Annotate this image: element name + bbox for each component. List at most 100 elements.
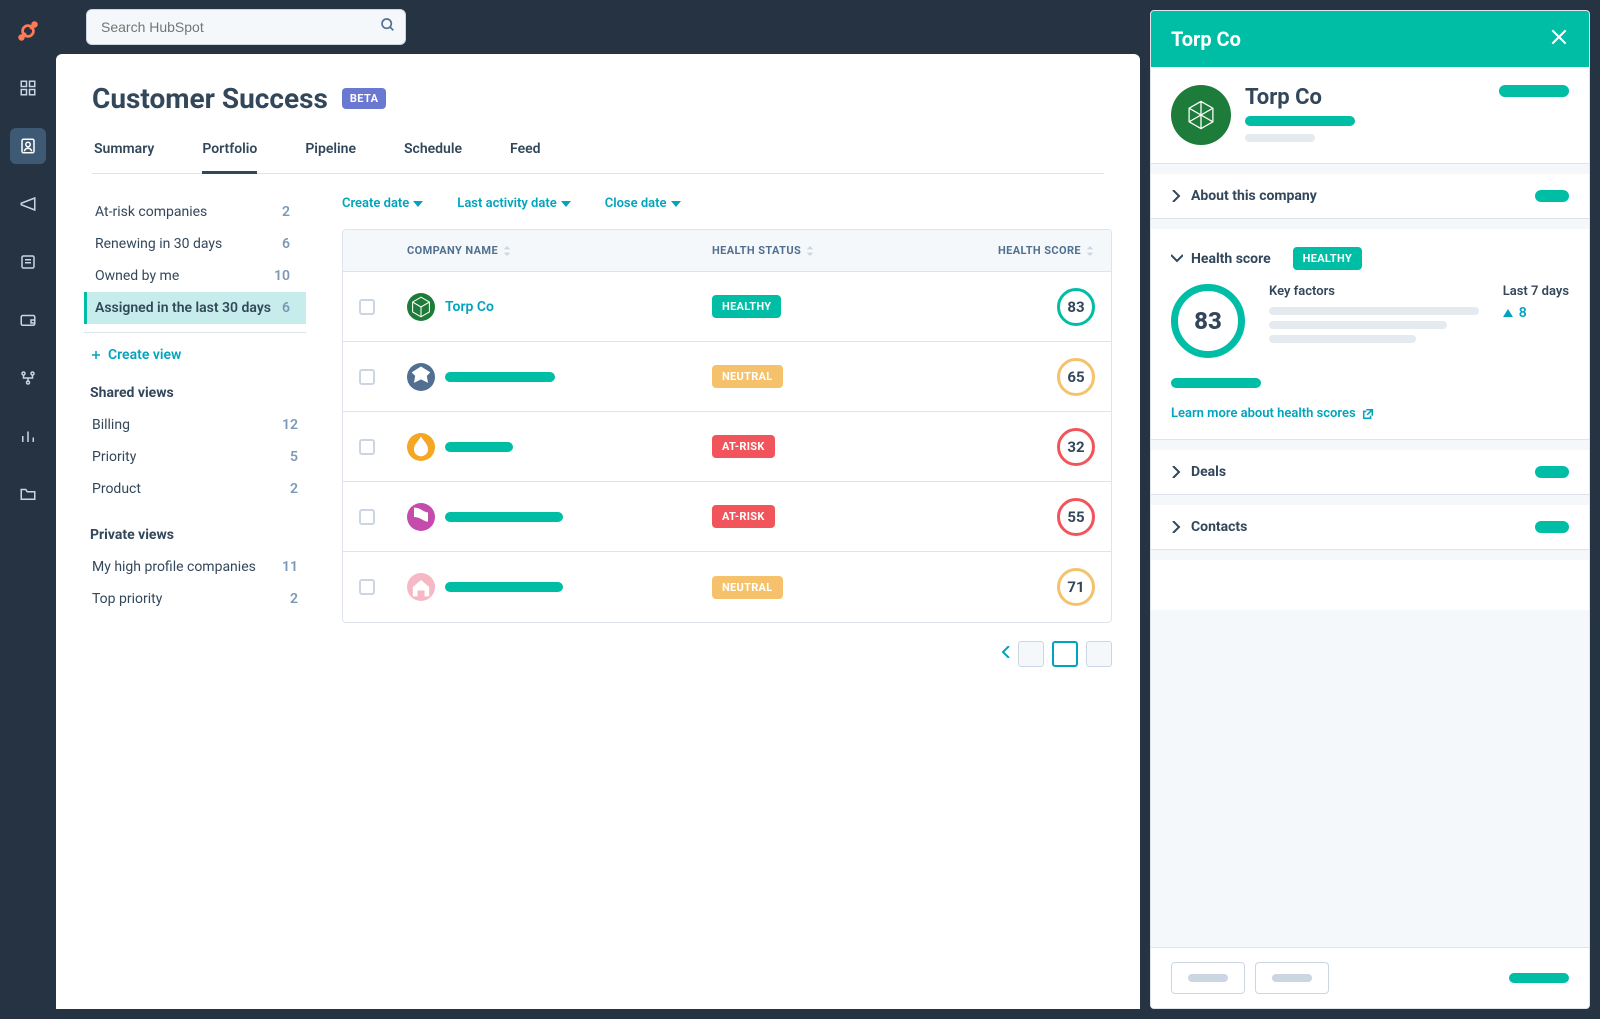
- search-icon[interactable]: [380, 17, 396, 37]
- filter-assigned[interactable]: Assigned in the last 30 days 6: [84, 292, 306, 324]
- nav-folder-icon[interactable]: [10, 476, 46, 512]
- footer-button-1[interactable]: [1171, 962, 1245, 994]
- status-badge: NEUTRAL: [712, 365, 783, 388]
- placeholder-pill: [1171, 378, 1261, 388]
- nav-content-icon[interactable]: [10, 244, 46, 280]
- filter-last-activity[interactable]: Last activity date: [457, 196, 570, 211]
- shared-view-priority[interactable]: Priority 5: [84, 441, 314, 473]
- learn-more-link[interactable]: Learn more about health scores: [1171, 406, 1569, 421]
- contacts-section[interactable]: Contacts: [1151, 505, 1589, 550]
- header-company-name[interactable]: COMPANY NAME: [391, 230, 696, 271]
- footer-button-2[interactable]: [1255, 962, 1329, 994]
- placeholder-bar: [1269, 307, 1479, 315]
- main-header: Customer Success BETA Summary Portfolio …: [56, 54, 1140, 174]
- header-health-score[interactable]: HEALTH SCORE: [923, 230, 1111, 271]
- table-row[interactable]: AT-RISK 32: [343, 412, 1111, 482]
- table-row[interactable]: AT-RISK 55: [343, 482, 1111, 552]
- nav-automation-icon[interactable]: [10, 360, 46, 396]
- view-sidebar: At-risk companies2 Renewing in 30 days6 …: [56, 174, 314, 689]
- page-3[interactable]: [1086, 641, 1112, 667]
- placeholder-bar: [1245, 116, 1355, 126]
- detail-panel: Torp Co Torp Co About this company: [1150, 10, 1590, 1009]
- close-icon[interactable]: [1549, 27, 1569, 51]
- private-views-header: Private views: [90, 527, 314, 543]
- tab-schedule[interactable]: Schedule: [404, 141, 462, 173]
- tab-summary[interactable]: Summary: [94, 141, 154, 173]
- nav-reports-icon[interactable]: [10, 418, 46, 454]
- filter-label: Renewing in 30 days: [95, 236, 222, 252]
- beta-badge: BETA: [342, 88, 387, 109]
- tab-feed[interactable]: Feed: [510, 141, 541, 173]
- filter-owned[interactable]: Owned by me10: [84, 260, 306, 292]
- view-count: 5: [290, 449, 298, 465]
- footer-link[interactable]: [1509, 973, 1569, 983]
- company-table: COMPANY NAME HEALTH STATUS HEALTH SCORE …: [342, 229, 1112, 623]
- private-view-high-profile[interactable]: My high profile companies11: [84, 551, 314, 583]
- filter-label: Assigned in the last 30 days: [95, 300, 271, 316]
- filter-close-date[interactable]: Close date: [605, 196, 681, 211]
- status-badge: AT-RISK: [712, 435, 775, 458]
- nav-wallet-icon[interactable]: [10, 302, 46, 338]
- company-name: Torp Co: [445, 299, 494, 315]
- row-checkbox[interactable]: [359, 439, 375, 455]
- placeholder-bar: [445, 512, 563, 522]
- placeholder-bar: [445, 442, 513, 452]
- table-row[interactable]: NEUTRAL 65: [343, 342, 1111, 412]
- view-count: 12: [282, 417, 298, 433]
- search-input[interactable]: [86, 9, 406, 45]
- hubspot-logo-icon[interactable]: [15, 18, 41, 48]
- placeholder-bar: [1245, 134, 1315, 142]
- status-badge: AT-RISK: [712, 505, 775, 528]
- page-2[interactable]: [1052, 641, 1078, 667]
- page-1[interactable]: [1018, 641, 1044, 667]
- tab-portfolio[interactable]: Portfolio: [202, 141, 257, 174]
- panel-footer: [1151, 947, 1589, 1008]
- panel-header: Torp Co: [1151, 11, 1589, 67]
- contacts-label: Contacts: [1191, 519, 1247, 535]
- view-label: My high profile companies: [92, 559, 256, 575]
- shared-view-billing[interactable]: Billing 12: [84, 409, 314, 441]
- view-label: Priority: [92, 449, 136, 465]
- page-title: Customer Success: [92, 82, 328, 115]
- company-avatar-icon: [407, 503, 435, 531]
- company-avatar-icon: [407, 363, 435, 391]
- row-checkbox[interactable]: [359, 369, 375, 385]
- placeholder-bar: [445, 582, 563, 592]
- create-view-button[interactable]: Create view: [84, 347, 314, 363]
- placeholder-pill: [1535, 466, 1569, 478]
- panel-body: Torp Co About this company Health score …: [1151, 67, 1589, 947]
- view-label: Product: [92, 481, 141, 497]
- filter-create-date[interactable]: Create date: [342, 196, 423, 211]
- company-avatar-icon: [1171, 85, 1231, 145]
- placeholder-bar: [445, 372, 555, 382]
- shared-view-product[interactable]: Product2: [84, 473, 314, 505]
- table-row[interactable]: NEUTRAL 71: [343, 552, 1111, 622]
- nav-contacts-icon[interactable]: [10, 128, 46, 164]
- private-view-top-priority[interactable]: Top priority2: [84, 583, 314, 615]
- deals-section[interactable]: Deals: [1151, 450, 1589, 495]
- row-checkbox[interactable]: [359, 579, 375, 595]
- row-checkbox[interactable]: [359, 299, 375, 315]
- panel-hero-section: Torp Co: [1151, 67, 1589, 164]
- row-checkbox[interactable]: [359, 509, 375, 525]
- nav-marketing-icon[interactable]: [10, 186, 46, 222]
- key-factors: Key factors: [1269, 284, 1479, 349]
- placeholder-bar: [1269, 335, 1416, 343]
- table-header: COMPANY NAME HEALTH STATUS HEALTH SCORE: [343, 230, 1111, 272]
- filter-label: Owned by me: [95, 268, 179, 284]
- header-health-status[interactable]: HEALTH STATUS: [696, 230, 923, 271]
- nav-grid-icon[interactable]: [10, 70, 46, 106]
- about-company-section[interactable]: About this company: [1151, 174, 1589, 219]
- filter-at-risk[interactable]: At-risk companies2: [84, 196, 306, 228]
- page-prev-icon[interactable]: [1000, 646, 1010, 662]
- status-badge: HEALTHY: [712, 295, 781, 318]
- view-label: Billing: [92, 417, 130, 433]
- health-badge: HEALTHY: [1293, 247, 1362, 270]
- filter-count: 6: [282, 300, 290, 316]
- company-avatar-icon: [407, 293, 435, 321]
- tab-pipeline[interactable]: Pipeline: [305, 141, 356, 173]
- table-row[interactable]: Torp Co HEALTHY 83: [343, 272, 1111, 342]
- filter-renewing[interactable]: Renewing in 30 days6: [84, 228, 306, 260]
- health-score-toggle[interactable]: Health score: [1171, 251, 1271, 267]
- about-label: About this company: [1191, 188, 1317, 204]
